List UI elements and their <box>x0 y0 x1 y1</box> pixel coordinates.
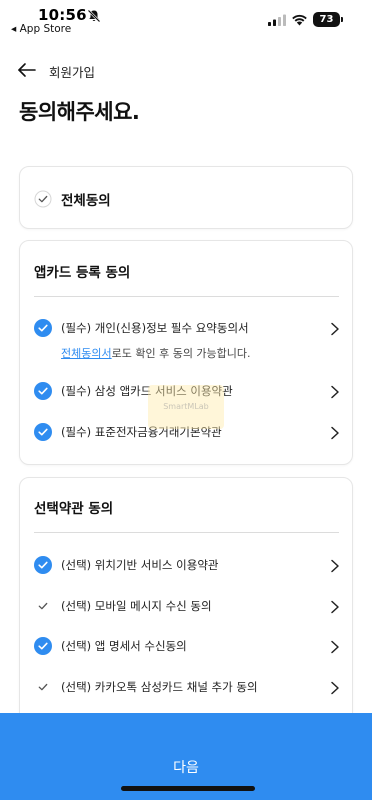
term-item-label[interactable]: (선택) 앱 명세서 수신동의 <box>61 638 187 654</box>
check-icon[interactable] <box>34 637 52 655</box>
battery-tip <box>341 17 343 22</box>
chevron-right-icon[interactable] <box>330 385 340 399</box>
divider <box>34 532 339 533</box>
page-title: 동의해주세요. <box>19 100 140 124</box>
bell-muted-icon <box>87 9 101 23</box>
status-time: 10:56 <box>38 6 87 24</box>
check-icon[interactable] <box>34 678 52 696</box>
chevron-right-icon[interactable] <box>330 640 340 654</box>
check-icon[interactable] <box>34 556 52 574</box>
full-consent-link[interactable]: 전체동의서 <box>61 347 112 360</box>
status-bar: 10:56 ◂ App Store 73 <box>0 0 372 40</box>
check-icon[interactable] <box>34 382 52 400</box>
battery-indicator: 73 <box>313 12 340 27</box>
term-item-label[interactable]: (선택) 카카오톡 삼성카드 채널 추가 동의 <box>61 679 258 695</box>
arrow-left-icon[interactable] <box>17 61 37 79</box>
check-icon[interactable] <box>34 597 52 615</box>
check-icon[interactable] <box>34 190 52 208</box>
agree-all-label: 전체동의 <box>61 193 111 209</box>
next-button-label: 다음 <box>173 759 199 776</box>
back-to-app-store-link[interactable]: ◂ App Store <box>11 23 71 35</box>
chevron-right-icon[interactable] <box>330 322 340 336</box>
chevron-right-icon[interactable] <box>330 681 340 695</box>
divider <box>34 296 339 297</box>
nav-header: 회원가입 <box>0 52 372 88</box>
term-item-label[interactable]: (선택) 위치기반 서비스 이용약관 <box>61 557 218 573</box>
term-item-label[interactable]: (선택) 모바일 메시지 수신 동의 <box>61 598 212 614</box>
term-item-label[interactable]: (필수) 개인(신용)정보 필수 요약동의서 <box>61 320 249 336</box>
chevron-right-icon[interactable] <box>330 426 340 440</box>
watermark: SmartMLab <box>148 385 224 429</box>
section-title-required: 앱카드 등록 동의 <box>34 265 131 281</box>
optional-terms-card: 선택약관 동의 (선택) 위치기반 서비스 이용약관 (선택) 모바일 메시지 … <box>19 477 353 727</box>
section-title-optional: 선택약관 동의 <box>34 501 114 517</box>
check-icon[interactable] <box>34 319 52 337</box>
cellular-signal-icon <box>268 14 286 26</box>
agree-all-card[interactable]: 전체동의 <box>19 166 353 229</box>
home-indicator <box>121 786 255 791</box>
wifi-icon <box>292 14 307 26</box>
chevron-right-icon[interactable] <box>330 600 340 614</box>
full-consent-note-text: 로도 확인 후 동의 가능합니다. <box>111 347 251 360</box>
full-consent-note: 전체동의서로도 확인 후 동의 가능합니다. <box>61 345 251 361</box>
check-icon[interactable] <box>34 423 52 441</box>
required-terms-card: 앱카드 등록 동의 (필수) 개인(신용)정보 필수 요약동의서 전체동의서로도… <box>19 240 353 465</box>
nav-title: 회원가입 <box>49 65 96 80</box>
chevron-right-icon[interactable] <box>330 559 340 573</box>
